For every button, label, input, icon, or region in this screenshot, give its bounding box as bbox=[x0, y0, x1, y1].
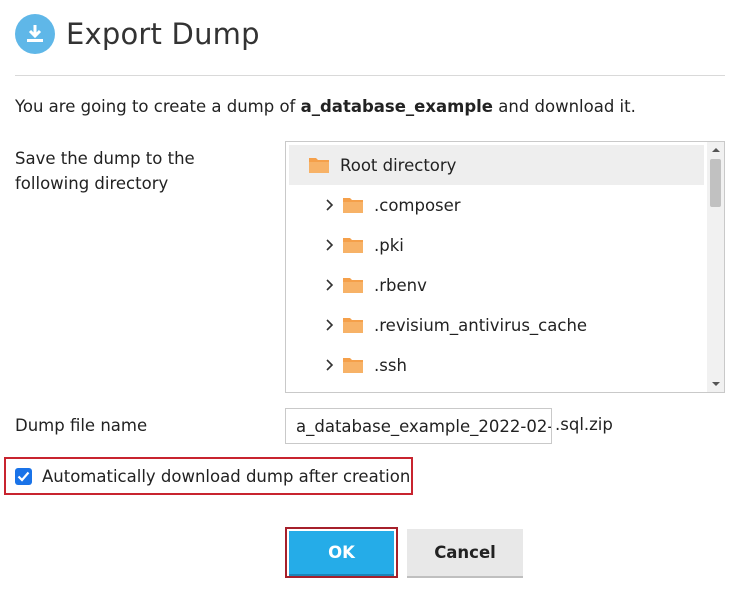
chevron-right-icon[interactable] bbox=[322, 357, 338, 373]
chevron-right-icon[interactable] bbox=[322, 317, 338, 333]
database-name: a_database_example bbox=[300, 97, 493, 116]
dialog-title: Export Dump bbox=[66, 17, 260, 51]
tree-item-label: .rbenv bbox=[374, 275, 427, 295]
tree-item-revisium-antivirus-cache[interactable]: .revisium_antivirus_cache bbox=[289, 305, 704, 345]
folder-icon bbox=[342, 276, 364, 294]
ok-button-label: OK bbox=[289, 531, 394, 574]
folder-icon bbox=[342, 196, 364, 214]
tree-item-label: .pki bbox=[374, 235, 404, 255]
directory-label-line1: Save the dump to the bbox=[15, 149, 195, 168]
directory-label-line2: following directory bbox=[15, 174, 169, 193]
dialog-header: Export Dump bbox=[15, 12, 260, 56]
file-name-suffix: .sql.zip bbox=[555, 415, 613, 434]
tree-item-label: .composer bbox=[374, 195, 461, 215]
chevron-right-icon[interactable] bbox=[322, 237, 338, 253]
auto-download-checkbox[interactable] bbox=[15, 467, 32, 485]
tree-item-label: .ssh bbox=[374, 355, 407, 375]
intro-text: You are going to create a dump of a_data… bbox=[15, 97, 636, 116]
folder-icon bbox=[342, 356, 364, 374]
tree-scrollbar[interactable] bbox=[707, 142, 724, 392]
directory-tree[interactable]: Root directory .composer .pki .rbenv .re… bbox=[285, 141, 725, 393]
header-divider bbox=[15, 75, 725, 76]
tree-item-composer[interactable]: .composer bbox=[289, 185, 704, 225]
cancel-button[interactable]: Cancel bbox=[407, 529, 523, 576]
scroll-down-arrow-icon[interactable] bbox=[707, 376, 724, 392]
file-name-label: Dump file name bbox=[15, 416, 148, 435]
auto-download-option[interactable]: Automatically download dump after creati… bbox=[4, 457, 413, 495]
folder-icon bbox=[308, 156, 330, 174]
file-name-input[interactable]: a_database_example_2022-02- bbox=[285, 408, 552, 444]
scrollbar-thumb[interactable] bbox=[710, 159, 721, 207]
tree-item-label: .revisium_antivirus_cache bbox=[374, 315, 588, 335]
folder-icon bbox=[342, 236, 364, 254]
tree-item-label: Root directory bbox=[340, 155, 457, 175]
intro-prefix: You are going to create a dump of bbox=[15, 97, 301, 116]
intro-suffix: and download it. bbox=[493, 97, 636, 116]
chevron-right-icon[interactable] bbox=[322, 277, 338, 293]
directory-label: Save the dump to the following directory bbox=[15, 146, 195, 196]
tree-item-rbenv[interactable]: .rbenv bbox=[289, 265, 704, 305]
tree-item-root[interactable]: Root directory bbox=[289, 145, 704, 185]
folder-icon bbox=[342, 316, 364, 334]
tree-item-pki[interactable]: .pki bbox=[289, 225, 704, 265]
tree-item-ssh[interactable]: .ssh bbox=[289, 345, 704, 385]
download-icon bbox=[15, 14, 55, 54]
chevron-right-icon[interactable] bbox=[322, 197, 338, 213]
scroll-up-arrow-icon[interactable] bbox=[707, 142, 724, 158]
auto-download-label: Automatically download dump after creati… bbox=[42, 466, 411, 486]
ok-button[interactable]: OK bbox=[285, 527, 398, 578]
